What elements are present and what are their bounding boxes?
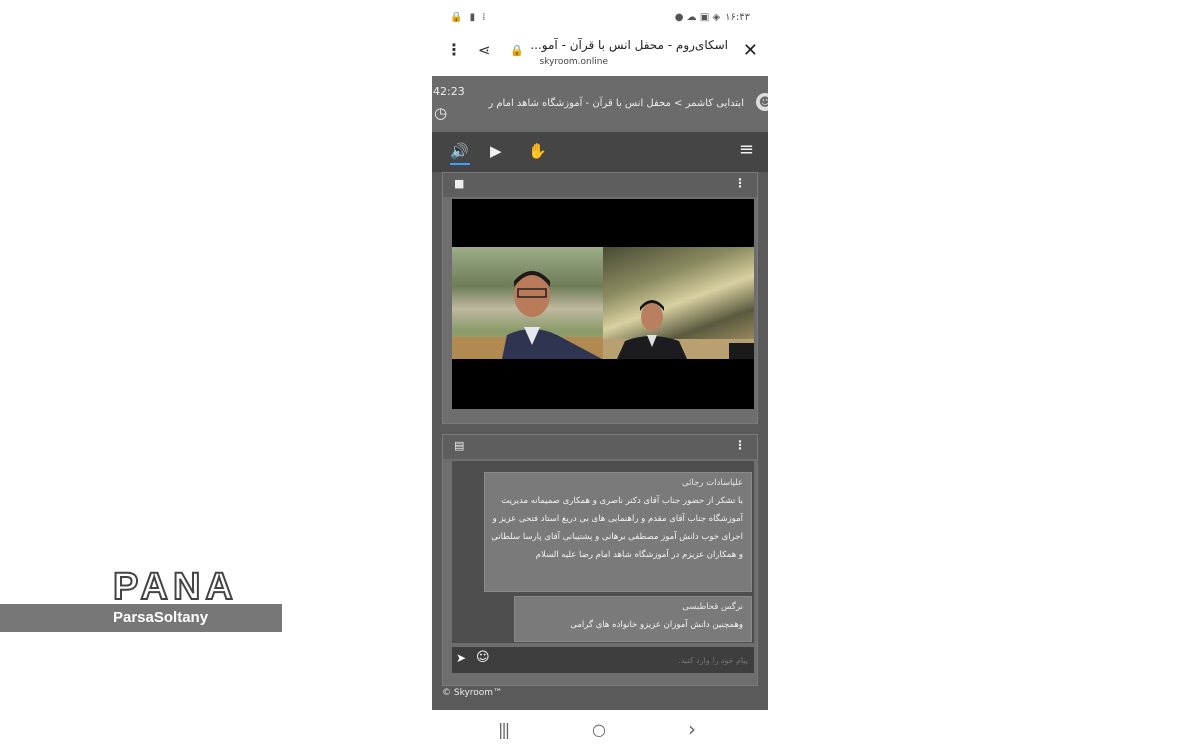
- message-author: نرگس قحاطبسی: [682, 602, 743, 612]
- chat-more-icon[interactable]: ⋮: [734, 438, 746, 452]
- browser-menu-icon[interactable]: ⋮: [446, 40, 462, 59]
- phone-screen: 🔒 ▮ ⁞ ● ☁ ▣ ◈ ۱۶:۴۳ ⋮ ⋖ 🔒 اسکای‌روم - مح…: [432, 0, 768, 749]
- home-icon[interactable]: ○: [592, 720, 606, 739]
- watermark-subtitle: ParsaSoltany: [113, 609, 209, 626]
- status-left-icons: 🔒 ▮ ⁞: [450, 12, 488, 23]
- message-author: علیاسادات رجائی: [681, 478, 743, 488]
- video-panel-header: ■ ⋮: [443, 173, 757, 197]
- close-icon[interactable]: ✕: [743, 40, 758, 61]
- hamburger-menu-icon[interactable]: ≡: [739, 139, 754, 160]
- watermark-title: PANA: [112, 565, 238, 609]
- video-feed-1[interactable]: [452, 247, 603, 359]
- recents-icon[interactable]: |||: [498, 720, 510, 739]
- skyroom-app: 42:23 ◷ ابتدایی کاشمر > محفل انس با قرآن…: [432, 76, 768, 710]
- video-stage[interactable]: [452, 199, 754, 409]
- share-icon[interactable]: ⋖: [478, 41, 491, 59]
- message-text: وهمچنین دانش آموزان عزیزو خانواده های گر…: [570, 620, 743, 630]
- copyright-footer: © Skyroom™: [442, 688, 503, 698]
- browser-bar: ⋮ ⋖ 🔒 اسکای‌روم - محفل انس با قرآن - آمو…: [432, 30, 768, 76]
- tab-title: اسکای‌روم - محفل انس با قرآن - آمو...: [530, 38, 728, 52]
- chat-message: علیاسادات رجائی با تشکر از حضور جناب آقا…: [484, 472, 752, 592]
- participant-2-figure: [603, 300, 754, 359]
- raise-hand-icon[interactable]: ✋: [528, 142, 547, 160]
- status-right: ● ☁ ▣ ◈ ۱۶:۴۳: [675, 12, 750, 23]
- avatar-icon[interactable]: ☻: [756, 93, 768, 111]
- chat-panel: ▤ ⋮ علیاسادات رجائی با تشکر از حضور جناب…: [442, 434, 758, 686]
- speaker-icon[interactable]: 🔊: [450, 142, 469, 160]
- back-icon[interactable]: ›: [688, 717, 696, 741]
- lock-icon[interactable]: 🔒: [510, 44, 524, 57]
- chat-panel-header: ▤ ⋮: [443, 435, 757, 459]
- clock-icon: ◷: [434, 104, 448, 122]
- chat-composer: ➤ ☺: [452, 647, 754, 673]
- elapsed-time: 42:23: [433, 85, 465, 98]
- emoji-icon[interactable]: ☺: [476, 650, 490, 665]
- video-feed-2[interactable]: [603, 247, 754, 359]
- breadcrumb[interactable]: ابتدایی کاشمر > محفل انس با قرآن - آموزش…: [488, 98, 744, 109]
- participant-1-figure: [452, 271, 603, 359]
- status-right-icons: ● ☁ ▣ ◈: [674, 12, 721, 23]
- message-text: با تشکر از حضور جناب آقای دکتر ناصری و ه…: [491, 496, 743, 560]
- status-bar: 🔒 ▮ ⁞ ● ☁ ▣ ◈ ۱۶:۴۳: [432, 8, 768, 30]
- video-more-icon[interactable]: ⋮: [734, 176, 746, 190]
- camera-icon: ■: [454, 177, 465, 190]
- chat-message: نرگس قحاطبسی وهمچنین دانش آموزان عزیزو خ…: [514, 596, 752, 642]
- status-clock: ۱۶:۴۳: [725, 12, 750, 23]
- chat-icon: ▤: [454, 439, 465, 452]
- message-input[interactable]: [506, 651, 750, 669]
- active-tab-indicator: [450, 163, 470, 165]
- room-header: 42:23 ◷ ابتدایی کاشمر > محفل انس با قرآن…: [432, 76, 768, 132]
- room-toolbar: 🔊 ▶ ✋ ≡: [432, 132, 768, 172]
- android-nav-bar: ||| ○ ›: [432, 710, 768, 749]
- chat-messages[interactable]: علیاسادات رجائی با تشکر از حضور جناب آقا…: [452, 461, 754, 643]
- play-icon[interactable]: ▶: [490, 142, 502, 160]
- send-icon[interactable]: ➤: [456, 651, 466, 665]
- page-url[interactable]: skyroom.online: [539, 57, 608, 67]
- video-panel: ■ ⋮: [442, 172, 758, 424]
